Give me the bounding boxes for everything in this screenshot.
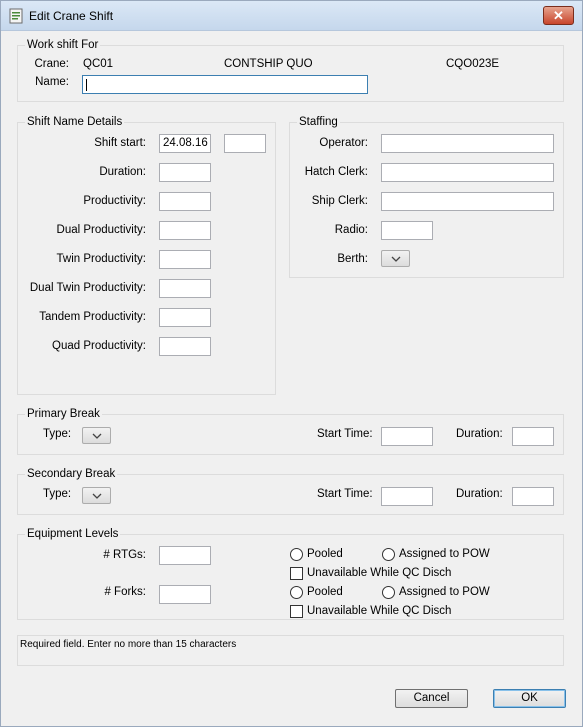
forks-pooled-label: Pooled: [307, 586, 343, 598]
secondary-break-start-time-label: Start Time:: [317, 488, 373, 500]
forks-assigned-radio[interactable]: [382, 586, 395, 599]
window-title: Edit Crane Shift: [29, 9, 114, 23]
name-field[interactable]: [82, 75, 368, 94]
duration-field[interactable]: [159, 163, 211, 182]
primary-break-group-label: Primary Break: [25, 408, 102, 420]
vessel-code: CQO023E: [446, 58, 500, 70]
primary-break-type-dropdown[interactable]: [82, 427, 111, 444]
tandem-productivity-label: Tandem Productivity:: [39, 311, 146, 323]
rtgs-unavailable-label: Unavailable While QC Disch: [307, 567, 452, 579]
secondary-break-start-time-field[interactable]: [381, 487, 433, 506]
ship-clerk-label: Ship Clerk:: [311, 195, 368, 207]
operator-field[interactable]: [381, 134, 554, 153]
rtgs-pooled-radio[interactable]: [290, 548, 303, 561]
status-panel: Required field. Enter no more than 15 ch…: [17, 635, 564, 666]
primary-break-duration-label: Duration:: [456, 428, 503, 440]
rtgs-pooled-label: Pooled: [307, 548, 343, 560]
status-message: Required field. Enter no more than 15 ch…: [20, 639, 237, 650]
dual-productivity-label: Dual Productivity:: [56, 224, 146, 236]
hatch-clerk-field[interactable]: [381, 163, 554, 182]
dual-twin-productivity-field[interactable]: [159, 279, 211, 298]
primary-break-start-time-field[interactable]: [381, 427, 433, 446]
close-icon: ✕: [553, 8, 564, 23]
crane-id: QC01: [83, 58, 114, 70]
crane-label: Crane:: [34, 58, 69, 70]
forks-unavailable-label: Unavailable While QC Disch: [307, 605, 452, 617]
work-shift-group-label: Work shift For: [25, 39, 101, 51]
chevron-down-icon: [92, 493, 102, 499]
productivity-label: Productivity:: [83, 195, 146, 207]
primary-break-type-label: Type:: [43, 428, 72, 440]
rtgs-assigned-radio[interactable]: [382, 548, 395, 561]
hatch-clerk-label: Hatch Clerk:: [304, 166, 368, 178]
ship-clerk-field[interactable]: [381, 192, 554, 211]
staffing-group-label: Staffing: [297, 116, 340, 128]
vessel-name: CONTSHIP QUO: [224, 58, 313, 70]
rtgs-unavailable-checkbox[interactable]: [290, 567, 303, 580]
twin-productivity-label: Twin Productivity:: [56, 253, 146, 265]
dual-productivity-field[interactable]: [159, 221, 211, 240]
chevron-down-icon: [391, 256, 401, 262]
shift-start-label: Shift start:: [94, 137, 146, 149]
forks-field[interactable]: [159, 585, 211, 604]
forks-unavailable-checkbox[interactable]: [290, 605, 303, 618]
twin-productivity-field[interactable]: [159, 250, 211, 269]
duration-label: Duration:: [99, 166, 146, 178]
primary-break-start-time-label: Start Time:: [317, 428, 373, 440]
rtgs-label: # RTGs:: [103, 549, 146, 561]
forks-assigned-label: Assigned to POW: [399, 586, 490, 598]
secondary-break-duration-label: Duration:: [456, 488, 503, 500]
secondary-break-type-dropdown[interactable]: [82, 487, 111, 504]
operator-label: Operator:: [319, 137, 368, 149]
close-button[interactable]: ✕: [543, 6, 574, 25]
secondary-break-group-label: Secondary Break: [25, 468, 118, 480]
tandem-productivity-field[interactable]: [159, 308, 211, 327]
dual-twin-productivity-label: Dual Twin Productivity:: [29, 282, 146, 294]
rtgs-assigned-label: Assigned to POW: [399, 548, 490, 560]
equipment-levels-group-label: Equipment Levels: [25, 528, 121, 540]
radio-label: Radio:: [334, 224, 368, 236]
productivity-field[interactable]: [159, 192, 211, 211]
chevron-down-icon: [92, 433, 102, 439]
quad-productivity-label: Quad Productivity:: [52, 340, 146, 352]
forks-pooled-radio[interactable]: [290, 586, 303, 599]
forks-label: # Forks:: [104, 586, 146, 598]
secondary-break-type-label: Type:: [43, 488, 72, 500]
primary-break-duration-field[interactable]: [512, 427, 554, 446]
cancel-button[interactable]: Cancel: [395, 689, 468, 708]
name-label: Name:: [35, 76, 69, 88]
berth-label: Berth:: [337, 253, 368, 265]
rtgs-field[interactable]: [159, 546, 211, 565]
shift-start-time-field[interactable]: [224, 134, 266, 153]
quad-productivity-field[interactable]: [159, 337, 211, 356]
secondary-break-duration-field[interactable]: [512, 487, 554, 506]
shift-name-details-group-label: Shift Name Details: [25, 116, 125, 128]
berth-dropdown[interactable]: [381, 250, 410, 267]
radio-field[interactable]: [381, 221, 433, 240]
title-bar: Edit Crane Shift ✕: [1, 1, 582, 31]
edit-crane-shift-dialog: Edit Crane Shift ✕ Work shift For Crane:…: [0, 0, 583, 727]
app-icon: [9, 8, 23, 24]
shift-start-date-field[interactable]: 24.08.16: [159, 134, 211, 153]
text-caret: [86, 79, 87, 91]
ok-button[interactable]: OK: [493, 689, 566, 708]
